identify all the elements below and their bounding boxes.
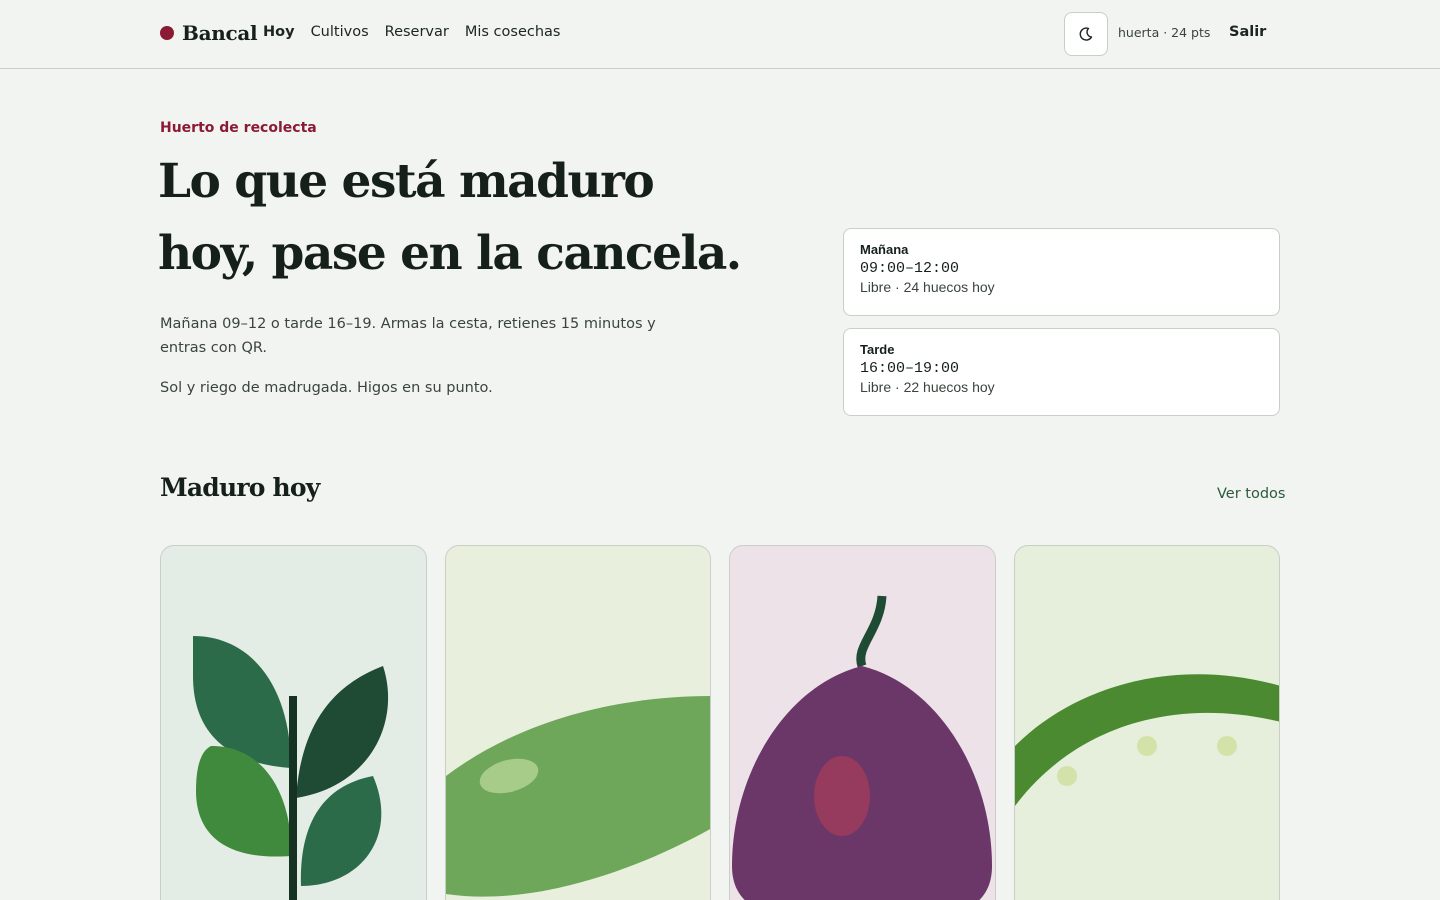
user-points: huerta · 24 pts xyxy=(1118,25,1211,40)
slot-status: Libre · 22 huecos hoy xyxy=(860,379,995,395)
hero-note: Sol y riego de madrugada. Higos en su pu… xyxy=(160,380,493,396)
nav-item-hoy[interactable]: Hoy xyxy=(263,24,295,40)
produce-card-peas[interactable] xyxy=(1014,545,1280,900)
produce-card-pepper[interactable] xyxy=(445,545,711,900)
section-title: Maduro hoy xyxy=(160,473,320,502)
hero-eyebrow: Huerto de recolecta xyxy=(160,120,317,136)
slot-card-afternoon[interactable]: Tarde 16:00–19:00 Libre · 22 huecos hoy xyxy=(843,328,1280,416)
slot-name: Tarde xyxy=(860,342,895,357)
top-navigation-bar: Bancal Hoy Cultivos Reservar Mis cosecha… xyxy=(0,0,1440,69)
hero-description: Mañana 09–12 o tarde 16–19. Armas la ces… xyxy=(160,316,656,356)
pepper-icon xyxy=(446,696,710,897)
slot-time: 09:00–12:00 xyxy=(860,260,960,277)
main-nav: Hoy Cultivos Reservar Mis cosechas xyxy=(263,24,560,40)
see-all-link[interactable]: Ver todos xyxy=(1217,486,1285,502)
moon-icon xyxy=(1079,27,1093,41)
pea-pod-icon xyxy=(1015,674,1279,806)
hero-title: Lo que está maduro hoy, pase en la cance… xyxy=(158,146,798,290)
slot-name: Mañana xyxy=(860,242,909,257)
logout-button[interactable]: Salir xyxy=(1229,24,1266,40)
produce-card-herb[interactable] xyxy=(160,545,427,900)
hero-title-line-2: hoy, pase en la cancela. xyxy=(158,226,742,281)
hero-title-line-1: Lo que está maduro xyxy=(158,154,655,209)
brand-dot-icon xyxy=(160,26,174,40)
herb-leaves-icon xyxy=(193,636,389,900)
produce-card-fig[interactable] xyxy=(729,545,996,900)
brand-logo[interactable]: Bancal xyxy=(160,18,258,48)
nav-item-reservar[interactable]: Reservar xyxy=(385,24,449,40)
theme-toggle-button[interactable] xyxy=(1064,12,1108,56)
slot-status: Libre · 24 huecos hoy xyxy=(860,279,995,295)
brand-name: Bancal xyxy=(182,21,258,45)
slot-time: 16:00–19:00 xyxy=(860,360,960,377)
fig-icon xyxy=(732,595,992,900)
slot-card-morning[interactable]: Mañana 09:00–12:00 Libre · 24 huecos hoy xyxy=(843,228,1280,316)
nav-item-mis-cosechas[interactable]: Mis cosechas xyxy=(465,24,561,40)
nav-item-cultivos[interactable]: Cultivos xyxy=(311,24,369,40)
